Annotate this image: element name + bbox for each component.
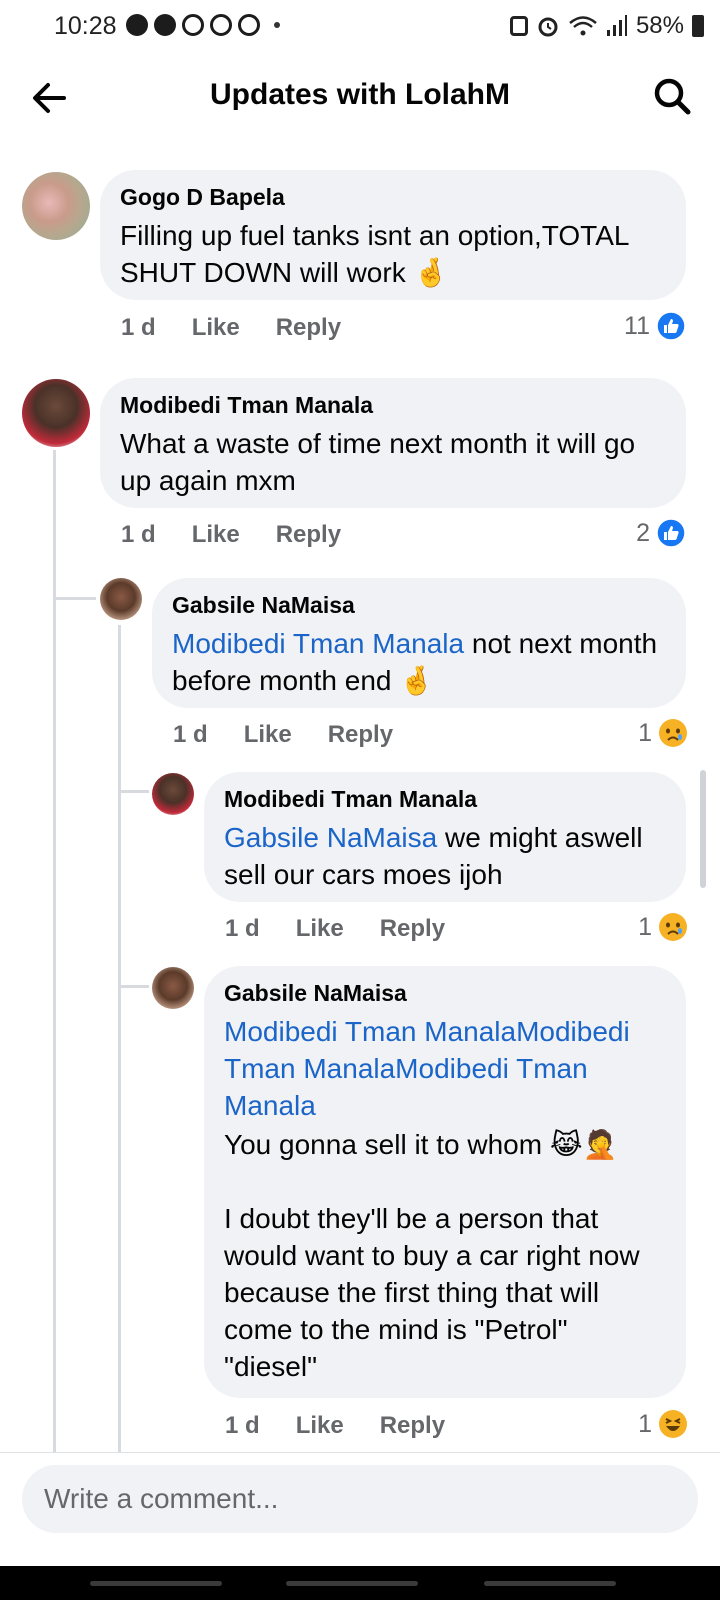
search-icon[interactable] (650, 74, 694, 118)
avatar[interactable] (22, 379, 90, 447)
comment-text: You gonna sell it to whom 😹🤦 I doubt the… (224, 1129, 640, 1382)
comment-bubble: Modibedi Tman Manala Gabsile NaMaisa we … (204, 772, 686, 902)
reaction-count: 1 (638, 718, 652, 747)
thread-connector (56, 597, 96, 600)
comment-author[interactable]: Gogo D Bapela (120, 184, 664, 211)
status-time: 10:28 (54, 12, 117, 40)
comment-actions: 1 d Like Reply (225, 915, 445, 943)
avatar[interactable] (22, 172, 90, 240)
like-button[interactable]: Like (296, 1412, 344, 1440)
comment-author[interactable]: Modibedi Tman Manala (120, 392, 664, 419)
reaction-count: 1 (638, 1409, 652, 1438)
reaction-summary[interactable]: 1 (638, 718, 688, 748)
comment-author[interactable]: Modibedi Tman Manala (224, 786, 664, 813)
reply-button[interactable]: Reply (328, 721, 393, 749)
comment-bubble: Gogo D Bapela Filling up fuel tanks isnt… (100, 170, 686, 300)
comment-text: Gabsile NaMaisa we might aswell sell our… (224, 819, 664, 893)
top-app-bar: Updates with LolahM (0, 56, 720, 136)
like-button[interactable]: Like (244, 721, 292, 749)
reply-button[interactable]: Reply (380, 915, 445, 943)
thread-connector (121, 790, 149, 793)
system-navigation-bar (0, 1566, 720, 1600)
thread-connector (121, 985, 149, 988)
thread-line (118, 625, 121, 1452)
battery-percent: 58% (635, 12, 684, 39)
messenger-icon (126, 14, 148, 36)
mention-link[interactable]: Modibedi Tman Manala (172, 628, 464, 659)
comment-actions: 1 d Like Reply (121, 521, 341, 549)
lock-icon (509, 16, 528, 36)
reaction-summary[interactable]: 1 (638, 912, 688, 942)
comment-time[interactable]: 1 d (225, 1412, 260, 1440)
comment-actions: 1 d Like Reply (121, 314, 341, 342)
like-reaction-icon (656, 311, 686, 341)
comment-time[interactable]: 1 d (121, 521, 156, 549)
reaction-summary[interactable]: 2 (636, 518, 686, 548)
reaction-count: 1 (638, 912, 652, 941)
page-title: Updates with LolahM (210, 78, 510, 111)
sad-reaction-icon (659, 913, 687, 941)
mention-link[interactable]: Gabsile NaMaisa (224, 822, 437, 853)
notification-icons (126, 14, 280, 36)
sad-reaction-icon (659, 719, 687, 747)
reply-button[interactable]: Reply (276, 314, 341, 342)
messenger-icon (154, 14, 176, 36)
recents-button[interactable] (90, 1581, 222, 1586)
reply-button[interactable]: Reply (380, 1412, 445, 1440)
home-button[interactable] (286, 1581, 418, 1586)
comment-text: Filling up fuel tanks isnt an option,TOT… (120, 220, 629, 288)
thread-line (53, 450, 56, 1452)
mention-link[interactable]: Modibedi Tman ManalaModibedi Tman Manala… (224, 1013, 664, 1124)
avatar[interactable] (152, 773, 194, 815)
comment-time[interactable]: 1 d (173, 721, 208, 749)
comment-author[interactable]: Gabsile NaMaisa (224, 980, 664, 1007)
comment-author[interactable]: Gabsile NaMaisa (172, 592, 664, 619)
comment-input[interactable]: Write a comment... (22, 1465, 698, 1533)
reaction-count: 11 (624, 311, 650, 340)
scrollbar[interactable] (700, 770, 706, 888)
comment-bubble: Modibedi Tman Manala What a waste of tim… (100, 378, 686, 508)
comment-actions: 1 d Like Reply (173, 721, 393, 749)
reaction-summary[interactable]: 1 (638, 1409, 688, 1439)
like-button[interactable]: Like (296, 915, 344, 943)
sync-icon (238, 14, 260, 36)
sync-icon (182, 14, 204, 36)
more-notifications-icon (274, 22, 280, 28)
like-button[interactable]: Like (192, 314, 240, 342)
wifi-icon (569, 16, 597, 36)
comment-text: Modibedi Tman Manala not next month befo… (172, 625, 664, 699)
signal-icon (606, 15, 627, 36)
haha-reaction-icon (659, 1410, 687, 1438)
reply-button[interactable]: Reply (276, 521, 341, 549)
reaction-summary[interactable]: 11 (624, 311, 686, 341)
like-button[interactable]: Like (192, 521, 240, 549)
comment-bubble: Gabsile NaMaisa Modibedi Tman ManalaModi… (204, 966, 686, 1398)
comment-actions: 1 d Like Reply (225, 1412, 445, 1440)
like-reaction-icon (656, 518, 686, 548)
comment-composer: Write a comment... (0, 1452, 720, 1567)
status-bar: 10:28 58% (0, 0, 720, 56)
comment-time[interactable]: 1 d (121, 314, 156, 342)
comment-time[interactable]: 1 d (225, 915, 260, 943)
avatar[interactable] (100, 578, 142, 620)
reaction-count: 2 (636, 518, 650, 547)
avatar[interactable] (152, 967, 194, 1009)
system-icons: 58% (509, 12, 704, 40)
comment-bubble: Gabsile NaMaisa Modibedi Tman Manala not… (152, 578, 686, 708)
comment-text: What a waste of time next month it will … (120, 428, 636, 496)
alarm-icon (538, 17, 558, 37)
back-button[interactable] (484, 1581, 616, 1586)
battery-icon (692, 15, 704, 37)
sync-icon (210, 14, 232, 36)
